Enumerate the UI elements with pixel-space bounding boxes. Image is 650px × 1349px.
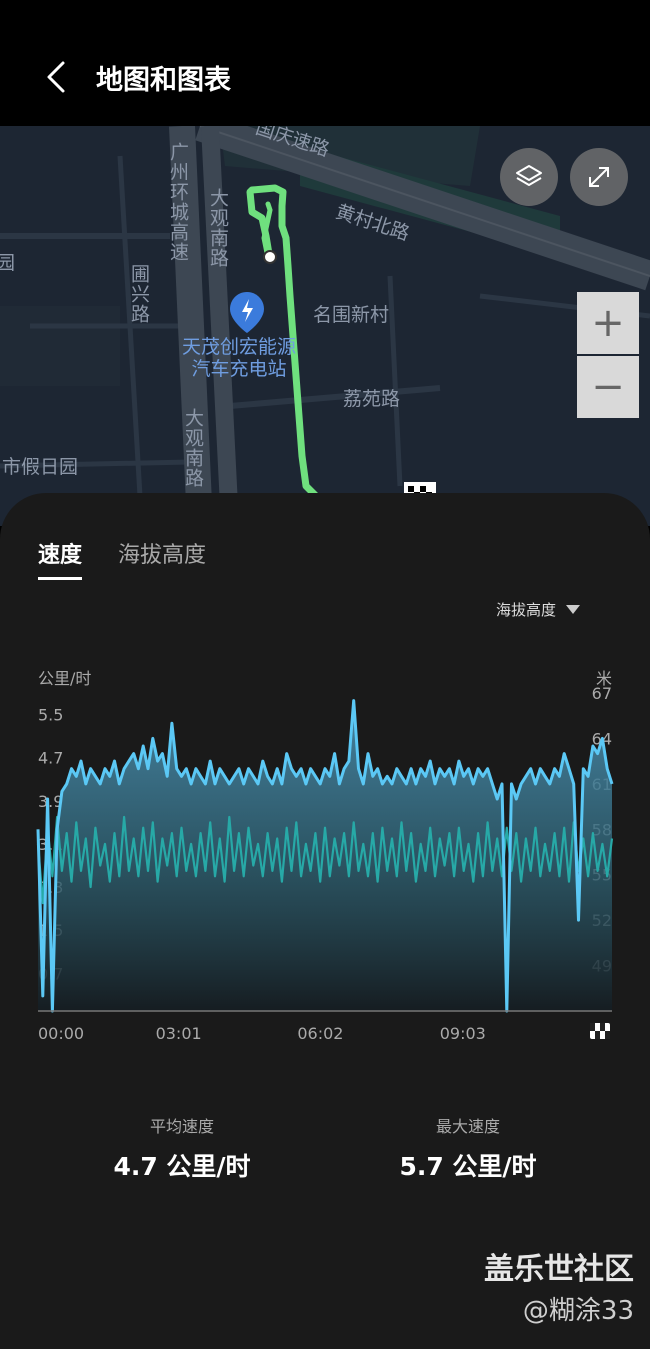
back-button[interactable] xyxy=(36,52,76,102)
route-map[interactable]: 国庆速路 广州环城高速 大观南路 黄村北路 圃兴路 名围新村 荔苑路 大观南路 … xyxy=(0,126,650,526)
map-area-label: 市假日园 xyxy=(2,456,79,478)
watermark-user: @糊涂33 xyxy=(522,1296,634,1326)
x-tick-label: 09:03 xyxy=(440,1024,486,1043)
layers-icon xyxy=(516,165,542,186)
route-start-marker xyxy=(263,250,277,264)
map-road-label: 大观南路 xyxy=(182,408,204,488)
checkered-flag-square xyxy=(605,1031,610,1039)
chart-sheet: 速度 海拔高度 海拔高度 公里/时 米 5.54.73.93.12.31.50.… xyxy=(0,493,650,1349)
dropdown-label: 海拔高度 xyxy=(495,601,556,619)
back-arrow-icon xyxy=(47,61,65,93)
map-layers-button[interactable] xyxy=(500,148,558,206)
checkered-flag-square xyxy=(590,1023,595,1031)
map-road-label: 广州环城高速 xyxy=(167,142,189,262)
avg-speed-label: 平均速度 xyxy=(149,1117,214,1136)
tab-altitude[interactable]: 海拔高度 xyxy=(118,537,206,580)
poi-name-line1: 天茂创宏能源 xyxy=(182,336,297,358)
altitude-area xyxy=(38,700,612,1011)
y-left-tick-label: 5.5 xyxy=(38,706,63,725)
checkered-flag-square xyxy=(600,1023,605,1031)
avg-speed-stat: 平均速度 4.7 公里/时 xyxy=(82,1113,282,1183)
expand-icon xyxy=(589,167,609,187)
map-area-label: 园 xyxy=(0,252,16,274)
poi-label: 天茂创宏能源 汽车充电站 xyxy=(182,336,296,380)
watermark-brand: 盖乐世社区 xyxy=(484,1252,634,1287)
app-header: 地图和图表 xyxy=(0,0,650,126)
x-tick-label: 00:00 xyxy=(38,1024,84,1043)
checkered-flag-square xyxy=(595,1031,600,1039)
map-road-label: 荔苑路 xyxy=(343,388,401,410)
y-left-tick-label: 4.7 xyxy=(38,749,63,768)
max-speed-label: 最大速度 xyxy=(435,1117,500,1136)
zoom-out-button[interactable]: − xyxy=(577,356,639,418)
map-block xyxy=(0,306,120,386)
avg-speed-value: 4.7 公里/时 xyxy=(113,1152,251,1181)
x-tick-label: 03:01 xyxy=(156,1024,202,1043)
map-expand-button[interactable] xyxy=(570,148,628,206)
page-title: 地图和图表 xyxy=(96,65,231,96)
map-road-label: 大观南路 xyxy=(207,188,229,268)
tab-bar: 速度 海拔高度 xyxy=(38,537,206,580)
y-right-tick-label: 67 xyxy=(592,684,612,703)
tab-speed[interactable]: 速度 xyxy=(38,537,83,580)
max-speed-stat: 最大速度 5.7 公里/时 xyxy=(368,1113,568,1183)
poi-name-line2: 汽车充电站 xyxy=(191,358,287,380)
zoom-in-button[interactable]: + xyxy=(577,292,639,354)
map-road-label: 圃兴路 xyxy=(128,264,150,324)
map-area-label: 名围新村 xyxy=(313,304,390,326)
speed-altitude-chart: 5.54.73.93.12.31.50.76764615855524900:00… xyxy=(36,684,614,1043)
overlay-dropdown[interactable]: 海拔高度 xyxy=(496,599,580,620)
chevron-down-icon xyxy=(566,605,580,614)
x-tick-label: 06:02 xyxy=(297,1024,343,1043)
max-speed-value: 5.7 公里/时 xyxy=(399,1152,537,1181)
